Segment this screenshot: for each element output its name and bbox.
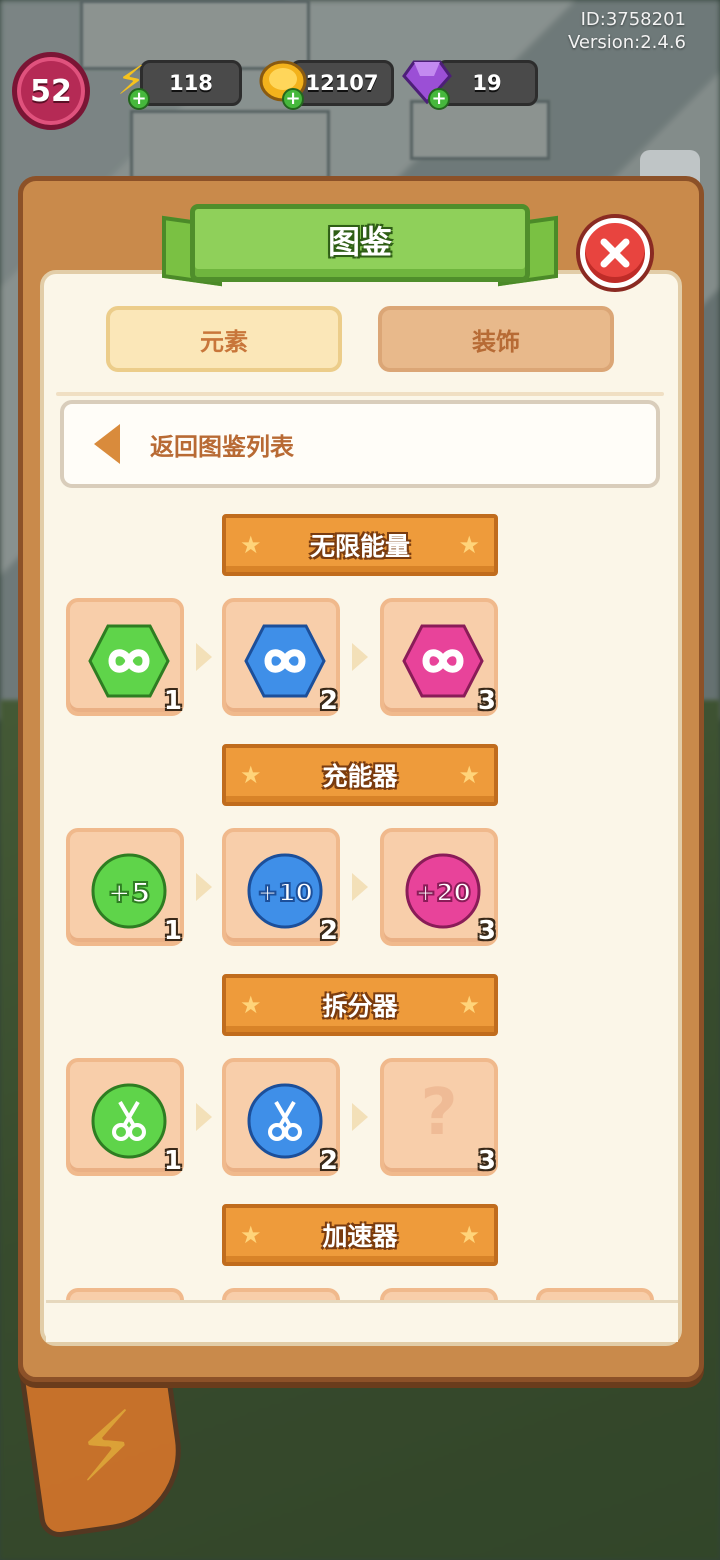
section-title: 充能器 <box>322 762 398 791</box>
dialog-title: 图鉴 <box>327 223 392 261</box>
infinity-icon <box>244 620 326 702</box>
item-cell[interactable]: +5 1 <box>66 828 184 946</box>
level-number: 52 <box>30 73 72 109</box>
chevron-right-icon <box>196 1103 212 1131</box>
chevron-right-icon <box>196 643 212 671</box>
charge-value: +5 <box>108 876 151 909</box>
star-icon: ★ <box>240 1221 262 1249</box>
section-header: ★ 拆分器 ★ <box>222 974 498 1036</box>
energy-value: 118 <box>169 71 213 95</box>
star-icon: ★ <box>240 761 262 789</box>
add-coins-button[interactable]: + <box>282 88 304 110</box>
star-icon: ★ <box>458 531 480 559</box>
player-id: ID:3758201 <box>580 9 686 30</box>
star-icon: ★ <box>458 991 480 1019</box>
title-banner: 图鉴 <box>190 204 530 282</box>
item-cell-locked[interactable]: ? 3 <box>380 1058 498 1176</box>
scroll-bottom-edge <box>46 1300 678 1342</box>
back-arrow-icon <box>94 424 120 464</box>
close-button[interactable] <box>580 218 650 288</box>
back-label: 返回图鉴列表 <box>150 432 294 461</box>
gem-value: 19 <box>472 71 502 95</box>
game-version: Version:2.4.6 <box>567 32 686 53</box>
chevron-right-icon <box>352 873 368 901</box>
star-icon: ★ <box>240 531 262 559</box>
infinity-icon <box>88 620 170 702</box>
star-icon: ★ <box>458 1221 480 1249</box>
chevron-right-icon <box>196 873 212 901</box>
divider <box>56 392 664 396</box>
item-cell[interactable]: 3 <box>380 598 498 716</box>
close-icon <box>600 238 630 268</box>
tab-label: 装饰 <box>472 327 520 356</box>
item-level: 3 <box>477 916 496 946</box>
charge-value: +20 <box>415 878 471 907</box>
star-icon: ★ <box>240 991 262 1019</box>
charge-plus-5-icon: +5 <box>88 850 170 932</box>
coin-value: 12107 <box>305 71 379 95</box>
section-header: ★ 充能器 ★ <box>222 744 498 806</box>
item-cell[interactable]: 2 <box>222 598 340 716</box>
section-title: 拆分器 <box>322 992 398 1021</box>
item-level: 1 <box>163 916 182 946</box>
item-cell[interactable]: 1 <box>66 598 184 716</box>
item-level: 1 <box>163 1146 182 1176</box>
charge-value: +10 <box>257 878 313 907</box>
tab-label: 元素 <box>200 327 248 356</box>
scissors-icon <box>88 1080 170 1162</box>
section-header: ★ 加速器 ★ <box>222 1204 498 1266</box>
item-level: 3 <box>477 686 496 716</box>
chevron-right-icon <box>352 1103 368 1131</box>
item-level: 2 <box>319 686 338 716</box>
level-badge[interactable]: 52 <box>12 52 90 130</box>
scissors-icon <box>244 1080 326 1162</box>
add-gems-button[interactable]: + <box>428 88 450 110</box>
lightning-icon: ⚡ <box>68 1390 146 1504</box>
tab-elements[interactable]: 元素 <box>106 306 342 372</box>
item-level: 3 <box>477 1146 496 1176</box>
star-icon: ★ <box>458 761 480 789</box>
section-title: 加速器 <box>322 1222 398 1251</box>
charge-plus-20-icon: +20 <box>402 850 484 932</box>
chevron-right-icon <box>352 643 368 671</box>
item-level: 1 <box>163 686 182 716</box>
add-energy-button[interactable]: + <box>128 88 150 110</box>
item-cell[interactable]: +10 2 <box>222 828 340 946</box>
section-header: ★ 无限能量 ★ <box>222 514 498 576</box>
charge-plus-10-icon: +10 <box>244 850 326 932</box>
item-cell[interactable]: 1 <box>66 1058 184 1176</box>
tab-decorations[interactable]: 装饰 <box>378 306 614 372</box>
infinity-icon <box>402 620 484 702</box>
section-title: 无限能量 <box>309 532 410 561</box>
item-level: 2 <box>319 916 338 946</box>
item-cell[interactable]: 2 <box>222 1058 340 1176</box>
item-cell[interactable]: +20 3 <box>380 828 498 946</box>
player-info: ID:3758201 Version:2.4.6 <box>568 8 686 54</box>
question-mark-icon: ? <box>420 1076 458 1150</box>
back-to-list-button[interactable]: 返回图鉴列表 <box>60 400 660 488</box>
item-level: 2 <box>319 1146 338 1176</box>
